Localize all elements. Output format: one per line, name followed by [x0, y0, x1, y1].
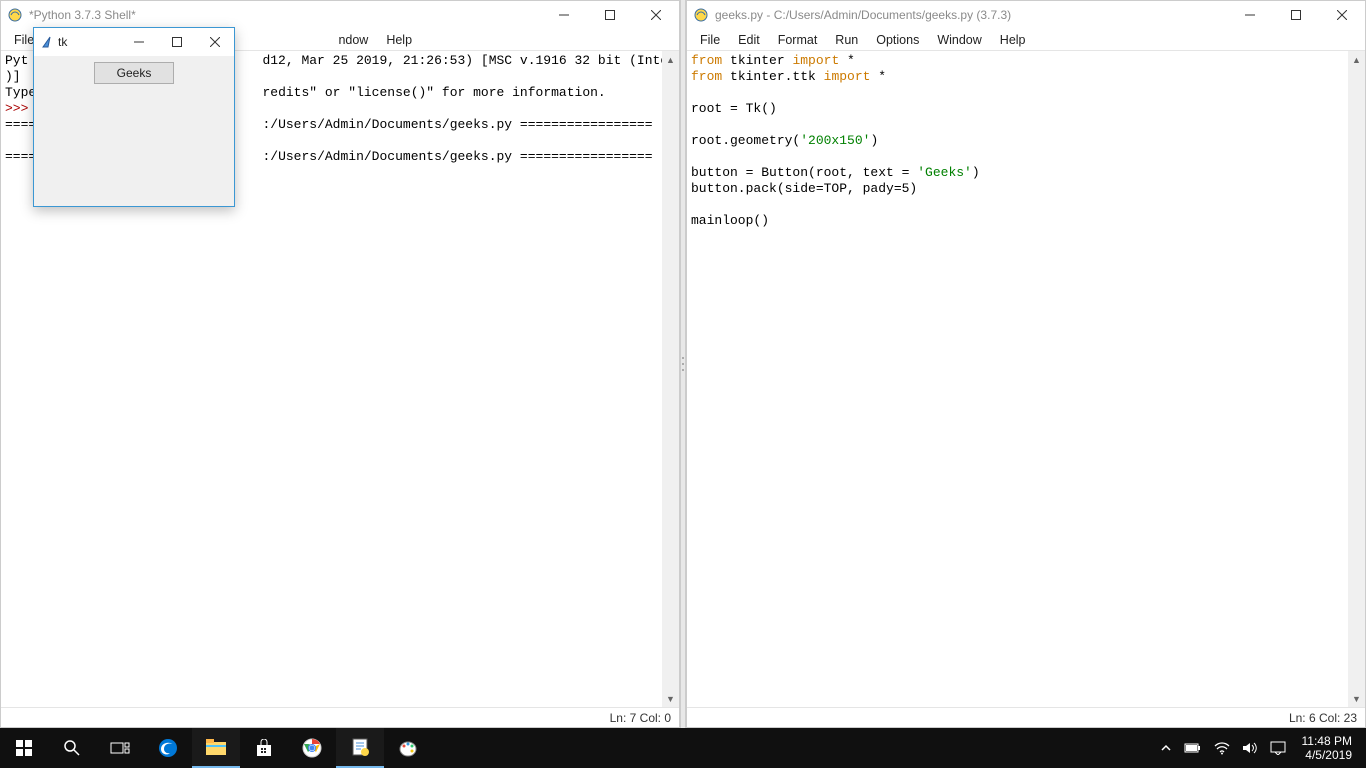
- action-center-icon[interactable]: [1264, 741, 1292, 755]
- editor-window: geeks.py - C:/Users/Admin/Documents/geek…: [686, 0, 1366, 728]
- clock-time: 11:48 PM: [1302, 734, 1352, 748]
- minimize-button[interactable]: [120, 28, 158, 56]
- file-explorer-icon[interactable]: [192, 728, 240, 768]
- store-icon[interactable]: [240, 728, 288, 768]
- menu-run[interactable]: Run: [826, 31, 867, 49]
- shell-title: *Python 3.7.3 Shell*: [29, 8, 541, 22]
- clock-date: 4/5/2019: [1302, 748, 1352, 762]
- maximize-button[interactable]: [158, 28, 196, 56]
- close-button[interactable]: [633, 1, 679, 29]
- wifi-icon[interactable]: [1208, 741, 1236, 755]
- scroll-down-icon[interactable]: ▼: [1348, 690, 1365, 707]
- system-tray: 11:48 PM 4/5/2019: [1154, 734, 1366, 762]
- taskbar: 11:48 PM 4/5/2019: [0, 728, 1366, 768]
- editor-menubar: File Edit Format Run Options Window Help: [687, 29, 1365, 51]
- tk-window: tk Geeks: [33, 27, 235, 207]
- tk-feather-icon: [40, 35, 54, 49]
- geeks-button[interactable]: Geeks: [94, 62, 175, 84]
- close-button[interactable]: [196, 28, 234, 56]
- menu-edit[interactable]: Edit: [729, 31, 769, 49]
- shell-scrollbar[interactable]: ▲ ▼: [662, 51, 679, 707]
- menu-window[interactable]: Window: [928, 31, 990, 49]
- start-button[interactable]: [0, 728, 48, 768]
- idle-icon: [7, 7, 23, 23]
- paint-icon[interactable]: [384, 728, 432, 768]
- editor-scrollbar[interactable]: ▲ ▼: [1348, 51, 1365, 707]
- scroll-up-icon[interactable]: ▲: [662, 51, 679, 68]
- menu-options[interactable]: Options: [867, 31, 928, 49]
- editor-title: geeks.py - C:/Users/Admin/Documents/geek…: [715, 8, 1227, 22]
- edge-icon[interactable]: [144, 728, 192, 768]
- tk-body: Geeks: [34, 56, 234, 206]
- battery-icon[interactable]: [1178, 742, 1208, 754]
- shell-cursor-pos: Ln: 7 Col: 0: [610, 711, 671, 725]
- prompt: >>>: [5, 101, 28, 116]
- tray-chevron-up-icon[interactable]: [1154, 742, 1178, 754]
- scroll-down-icon[interactable]: ▼: [662, 690, 679, 707]
- task-view-button[interactable]: [96, 728, 144, 768]
- menu-help[interactable]: Help: [991, 31, 1035, 49]
- code-editor[interactable]: from tkinter import * from tkinter.ttk i…: [687, 51, 1365, 707]
- volume-icon[interactable]: [1236, 741, 1264, 755]
- minimize-button[interactable]: [541, 1, 587, 29]
- editor-cursor-pos: Ln: 6 Col: 23: [1289, 711, 1357, 725]
- shell-statusbar: Ln: 7 Col: 0: [1, 707, 679, 727]
- maximize-button[interactable]: [587, 1, 633, 29]
- editor-statusbar: Ln: 6 Col: 23: [687, 707, 1365, 727]
- menu-format[interactable]: Format: [769, 31, 827, 49]
- idle-app-icon[interactable]: [336, 728, 384, 768]
- menu-help[interactable]: Help: [377, 31, 421, 49]
- editor-titlebar[interactable]: geeks.py - C:/Users/Admin/Documents/geek…: [687, 1, 1365, 29]
- menu-window[interactable]: ndow: [338, 31, 377, 49]
- idle-icon: [693, 7, 709, 23]
- search-button[interactable]: [48, 728, 96, 768]
- minimize-button[interactable]: [1227, 1, 1273, 29]
- tk-titlebar[interactable]: tk: [34, 28, 234, 56]
- maximize-button[interactable]: [1273, 1, 1319, 29]
- tk-title: tk: [58, 35, 120, 49]
- menu-file[interactable]: File: [691, 31, 729, 49]
- scroll-up-icon[interactable]: ▲: [1348, 51, 1365, 68]
- shell-titlebar[interactable]: *Python 3.7.3 Shell*: [1, 1, 679, 29]
- chrome-icon[interactable]: [288, 728, 336, 768]
- taskbar-clock[interactable]: 11:48 PM 4/5/2019: [1292, 734, 1362, 762]
- close-button[interactable]: [1319, 1, 1365, 29]
